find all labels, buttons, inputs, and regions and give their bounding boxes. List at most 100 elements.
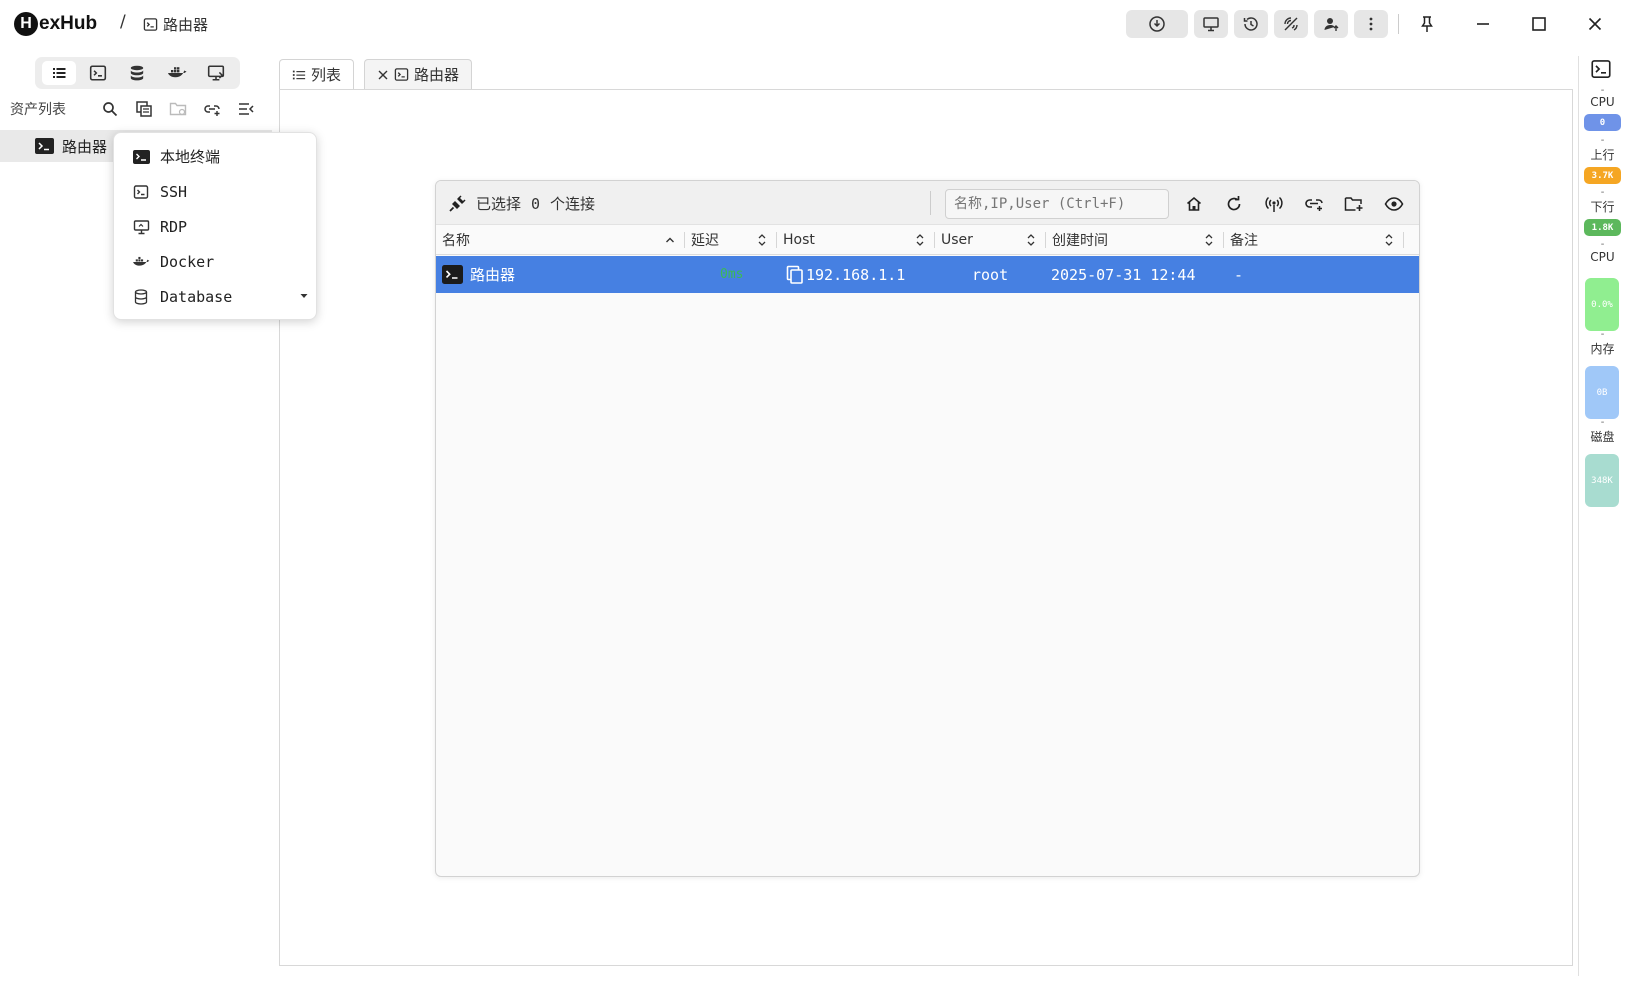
- menu-item-label: Database: [160, 287, 233, 306]
- column-label: 创建时间: [1052, 233, 1108, 249]
- column-host[interactable]: Host: [777, 225, 935, 255]
- tab-label: 路由器: [414, 66, 460, 84]
- metric-dash: -: [1600, 417, 1605, 428]
- tree-item-label: 路由器: [62, 137, 108, 156]
- home-button[interactable]: [1180, 191, 1208, 217]
- tab-docker[interactable]: [160, 61, 194, 85]
- cell-created: 2025-07-31 12:44: [1051, 265, 1196, 284]
- metric-dash: -: [1600, 135, 1605, 146]
- column-name[interactable]: 名称: [436, 225, 685, 255]
- copy-icon: [135, 100, 153, 118]
- more-vertical-icon: [1362, 15, 1380, 33]
- database-outline-icon: [132, 288, 150, 305]
- maximize-button[interactable]: [1521, 10, 1557, 38]
- cell-note: -: [1234, 265, 1244, 284]
- history-button[interactable]: [1234, 10, 1268, 38]
- minimize-button[interactable]: [1465, 10, 1501, 38]
- menu-item-label: RDP: [160, 217, 188, 236]
- metric-dash: -: [1600, 239, 1605, 250]
- tab-remote-desktop[interactable]: [199, 61, 233, 85]
- column-latency[interactable]: 延迟: [685, 225, 777, 255]
- divider: [930, 191, 931, 215]
- docker-icon: [167, 65, 187, 81]
- account-button[interactable]: [1314, 10, 1348, 38]
- metric-dash: -: [1600, 329, 1605, 340]
- table-header: 名称 延迟 Host User 创建时间 备注: [436, 225, 1419, 255]
- pin-button[interactable]: [1409, 10, 1445, 38]
- link-add-icon: [1304, 195, 1324, 213]
- new-folder-button[interactable]: [168, 99, 188, 119]
- terminal-filled-icon: [132, 149, 150, 164]
- menu-item-rdp[interactable]: RDP: [114, 209, 316, 244]
- tab-terminal[interactable]: [81, 61, 115, 85]
- signal-off-icon: [1282, 15, 1300, 33]
- menu-item-label: 本地终端: [160, 148, 221, 166]
- broadcast-off-button[interactable]: [1274, 10, 1308, 38]
- search-button[interactable]: [100, 99, 120, 119]
- asset-list-title: 资产列表: [10, 102, 66, 118]
- docker-icon: [132, 255, 150, 269]
- terminal-icon: [143, 17, 158, 32]
- broadcast-icon: [1264, 195, 1284, 213]
- more-button[interactable]: [1354, 10, 1388, 38]
- refresh-button[interactable]: [1220, 191, 1248, 217]
- breadcrumb: 路由器: [143, 14, 208, 35]
- title-actions: [1126, 10, 1613, 38]
- connection-panel: 已选择 0 个连接 名称,IP,User (Ctrl+F) 名称 延迟 Host…: [435, 180, 1420, 877]
- search-icon: [102, 101, 118, 117]
- metric-mem-label: 内存: [1590, 342, 1615, 356]
- close-tab-icon[interactable]: [377, 69, 389, 81]
- terminal-icon[interactable]: [1590, 59, 1612, 79]
- tab-router[interactable]: 路由器: [364, 59, 473, 89]
- metric-up-label: 上行: [1590, 148, 1615, 162]
- menu-item-ssh[interactable]: SSH: [114, 174, 316, 209]
- column-label: User: [941, 232, 973, 248]
- close-button[interactable]: [1577, 10, 1613, 38]
- column-note[interactable]: 备注: [1224, 225, 1404, 255]
- refresh-icon: [1225, 195, 1243, 213]
- metric-cpu-label: CPU: [1590, 95, 1615, 109]
- tab-database[interactable]: [120, 61, 154, 85]
- tab-label: 列表: [311, 66, 342, 84]
- app-logo: H exHub: [14, 12, 97, 36]
- terminal-icon: [394, 67, 409, 82]
- row-name: 路由器: [470, 266, 516, 284]
- main-tabs: 列表 路由器: [279, 59, 473, 89]
- menu-item-docker[interactable]: Docker: [114, 244, 316, 279]
- column-user[interactable]: User: [935, 225, 1046, 255]
- menu-item-local-terminal[interactable]: 本地终端: [114, 139, 316, 174]
- metric-cpu-bar: 0.0%: [1585, 278, 1619, 331]
- column-created[interactable]: 创建时间: [1046, 225, 1224, 255]
- collapse-button[interactable]: [236, 99, 256, 119]
- link-add-icon: [203, 100, 221, 118]
- logo-mark: H: [14, 12, 38, 36]
- connection-search-input[interactable]: [945, 189, 1169, 219]
- copy-button[interactable]: [134, 99, 154, 119]
- add-connection-button[interactable]: [1300, 191, 1328, 217]
- selection-count: 0: [531, 194, 541, 213]
- update-button[interactable]: [1126, 10, 1188, 38]
- database-icon: [128, 64, 146, 82]
- table-row[interactable]: 路由器 0ms 192.168.1.1 root 2025-07-31 12:4…: [436, 256, 1419, 293]
- row-host: 192.168.1.1: [806, 265, 906, 284]
- add-folder-button[interactable]: [1340, 191, 1368, 217]
- column-label: 名称: [442, 233, 470, 249]
- sort-asc-icon: [665, 235, 675, 245]
- column-label: Host: [783, 232, 815, 248]
- tab-list[interactable]: 列表: [279, 59, 355, 89]
- connection-toolbar: 已选择 0 个连接: [436, 181, 1419, 225]
- selection-summary: 已选择 0 个连接: [448, 193, 595, 214]
- tab-asset-list[interactable]: [41, 61, 76, 85]
- menu-item-database[interactable]: Database: [114, 279, 316, 314]
- menu-item-label: Docker: [160, 252, 215, 271]
- cell-user: root: [972, 265, 1009, 284]
- copy-icon[interactable]: [786, 265, 804, 285]
- minimize-icon: [1475, 16, 1491, 32]
- monitor-share-icon: [207, 64, 225, 82]
- broadcast-button[interactable]: [1260, 191, 1288, 217]
- toggle-visibility-button[interactable]: [1380, 191, 1408, 217]
- sessions-button[interactable]: [1194, 10, 1228, 38]
- title-bar: H exHub / 路由器: [0, 0, 1625, 48]
- list-icon: [292, 68, 306, 82]
- add-link-button[interactable]: [202, 99, 222, 119]
